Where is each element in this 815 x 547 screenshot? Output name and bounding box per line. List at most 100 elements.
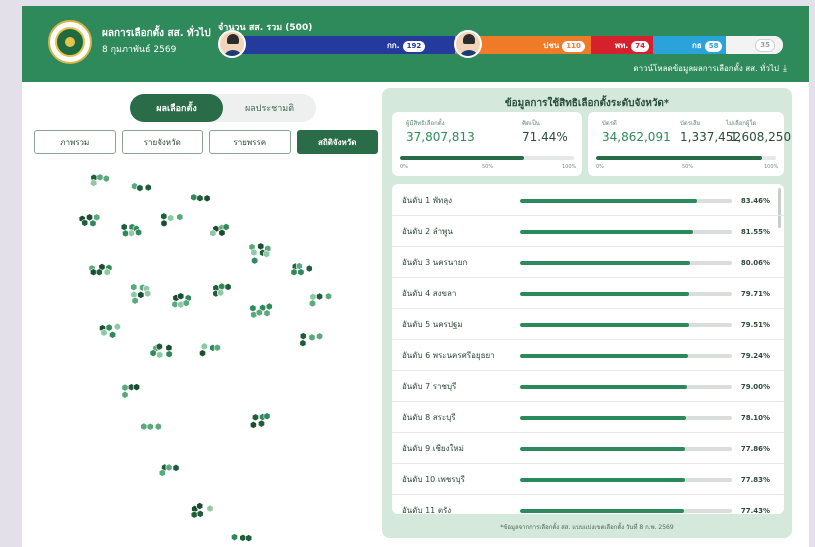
- province-hex[interactable]: [263, 412, 271, 421]
- province-hex[interactable]: [93, 213, 101, 222]
- rank-row[interactable]: อันดับ 8 สระบุรี 78.10%: [392, 403, 784, 433]
- province-hex[interactable]: [218, 228, 226, 237]
- province-hex[interactable]: [257, 242, 265, 251]
- province-hex[interactable]: [81, 218, 89, 227]
- province-hex[interactable]: [206, 504, 214, 513]
- province-hex[interactable]: [90, 178, 98, 187]
- seat-segment-3[interactable]: พท. 74: [590, 36, 654, 54]
- result-type-toggle[interactable]: ผลเลือกตั้ง ผลประชามติ: [130, 94, 316, 122]
- province-hex[interactable]: [203, 194, 211, 203]
- province-hex[interactable]: [245, 534, 253, 543]
- province-hex[interactable]: [149, 349, 157, 358]
- province-hex[interactable]: [121, 383, 129, 392]
- province-hex[interactable]: [218, 282, 226, 291]
- province-hex[interactable]: [103, 268, 111, 277]
- province-hex[interactable]: [200, 342, 208, 351]
- province-hex[interactable]: [165, 463, 173, 472]
- tab-overview[interactable]: ภาพรวม: [34, 130, 116, 154]
- province-hex[interactable]: [309, 299, 316, 308]
- province-hex[interactable]: [251, 256, 259, 265]
- province-hex[interactable]: [89, 219, 97, 228]
- province-hex[interactable]: [224, 282, 232, 291]
- province-hex[interactable]: [100, 328, 108, 337]
- seat-distribution-bar[interactable]: กก. 192 ปชน 110 พท. 74 กธ 58 35: [218, 36, 783, 54]
- province-hex[interactable]: [133, 383, 140, 392]
- province-hex[interactable]: [265, 302, 273, 311]
- province-hex[interactable]: [309, 292, 317, 301]
- province-hex[interactable]: [177, 292, 185, 301]
- province-hex[interactable]: [165, 350, 173, 359]
- province-hex[interactable]: [121, 390, 129, 399]
- province-hex[interactable]: [120, 223, 128, 231]
- toggle-election-results[interactable]: ผลเลือกตั้ง: [130, 94, 223, 122]
- province-hex[interactable]: [190, 510, 198, 519]
- province-hex[interactable]: [250, 420, 257, 429]
- province-hex[interactable]: [113, 322, 121, 331]
- province-hex[interactable]: [160, 212, 168, 221]
- province-hex[interactable]: [136, 184, 144, 192]
- province-hex[interactable]: [171, 300, 179, 309]
- province-hex[interactable]: [137, 290, 145, 299]
- province-hex[interactable]: [231, 533, 238, 542]
- province-hex[interactable]: [86, 213, 93, 222]
- rank-row[interactable]: อันดับ 7 ราชบุรี 79.00%: [392, 372, 784, 402]
- province-hex[interactable]: [182, 299, 190, 308]
- tab-province-stats[interactable]: สถิติจังหวัด: [296, 130, 378, 154]
- province-hex[interactable]: [305, 264, 313, 273]
- province-hex[interactable]: [105, 323, 113, 332]
- rank-row[interactable]: อันดับ 5 นครปฐม 79.51%: [392, 310, 784, 340]
- tab-by-party[interactable]: รายพรรค: [209, 130, 291, 154]
- seat-segment-1[interactable]: กก. 192: [218, 36, 456, 54]
- province-hex[interactable]: [290, 268, 298, 277]
- province-hex[interactable]: [160, 219, 168, 228]
- rank-row[interactable]: อันดับ 3 นครนายก 80.06%: [392, 248, 784, 278]
- thailand-hex-map[interactable]: [62, 156, 362, 547]
- tab-by-province[interactable]: รายจังหวัด: [121, 130, 203, 154]
- province-hex[interactable]: [213, 343, 221, 352]
- province-hex[interactable]: [156, 350, 164, 359]
- rank-row[interactable]: อันดับ 10 เพชรบุรี 77.83%: [392, 465, 784, 495]
- province-hex[interactable]: [154, 422, 162, 431]
- province-hex[interactable]: [308, 333, 316, 342]
- province-hex[interactable]: [209, 229, 217, 238]
- rank-row[interactable]: อันดับ 4 สงขลา 79.71%: [392, 279, 784, 309]
- province-hex[interactable]: [196, 502, 204, 510]
- province-hex[interactable]: [122, 229, 129, 238]
- province-hex[interactable]: [158, 468, 166, 477]
- province-hex[interactable]: [128, 229, 135, 238]
- province-hex[interactable]: [167, 214, 175, 222]
- province-hex[interactable]: [155, 342, 163, 351]
- province-hex[interactable]: [255, 308, 263, 317]
- province-hex[interactable]: [258, 419, 265, 428]
- province-hex[interactable]: [222, 223, 230, 231]
- province-hex[interactable]: [217, 288, 224, 297]
- seat-segment-4[interactable]: กธ 58: [653, 36, 727, 54]
- province-hex[interactable]: [130, 283, 138, 292]
- province-hex[interactable]: [165, 343, 173, 352]
- province-hex[interactable]: [176, 213, 184, 221]
- province-hex[interactable]: [89, 268, 97, 277]
- province-hex[interactable]: [109, 330, 117, 339]
- province-hex[interactable]: [96, 173, 104, 182]
- province-hex[interactable]: [140, 422, 148, 431]
- province-hex[interactable]: [130, 290, 138, 299]
- rank-row[interactable]: อันดับ 1 พัทลุง 83.46%: [392, 186, 784, 216]
- rank-row[interactable]: อันดับ 11 ตรัง 77.43%: [392, 496, 784, 514]
- province-hex[interactable]: [144, 183, 152, 192]
- province-hex[interactable]: [144, 289, 152, 298]
- province-hex[interactable]: [102, 174, 110, 183]
- province-hex[interactable]: [316, 332, 324, 341]
- province-hex[interactable]: [196, 509, 204, 518]
- province-hex[interactable]: [249, 304, 257, 313]
- province-hex[interactable]: [95, 268, 103, 277]
- province-hex[interactable]: [299, 332, 307, 341]
- download-data-link[interactable]: ดาวน์โหลดข้อมูลผลการเลือกตั้ง สส. ทั่วไป…: [633, 62, 787, 75]
- province-hex[interactable]: [252, 413, 259, 422]
- province-hex[interactable]: [263, 250, 270, 259]
- province-hex[interactable]: [250, 310, 258, 319]
- province-hex[interactable]: [146, 422, 154, 431]
- province-ranking-list[interactable]: อันดับ 1 พัทลุง 83.46% อันดับ 2 ลำพูน 81.55…: [392, 184, 784, 514]
- rank-row[interactable]: อันดับ 6 พระนครศรีอยุธยา 79.24%: [392, 341, 784, 371]
- province-hex[interactable]: [263, 309, 271, 318]
- province-hex[interactable]: [297, 268, 305, 277]
